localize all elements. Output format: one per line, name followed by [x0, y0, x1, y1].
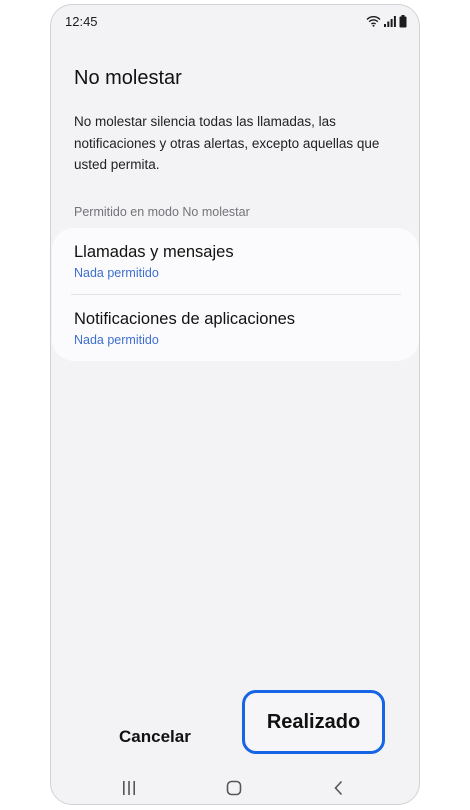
page-description: No molestar silencia todas las llamadas,… [74, 114, 380, 172]
setting-item-title: Notificaciones de aplicaciones [74, 310, 296, 328]
status-time: 12:45 [65, 14, 98, 29]
home-icon [226, 780, 242, 796]
signal-icon [384, 16, 396, 27]
status-bar: 12:45 [51, 5, 419, 39]
back-button[interactable] [319, 771, 359, 804]
setting-item-app-notifications[interactable]: Notificaciones de aplicaciones Nada perm… [74, 310, 394, 347]
setting-item-calls-messages[interactable]: Llamadas y mensajes Nada permitido [74, 243, 394, 280]
setting-item-subtitle: Nada permitido [74, 333, 159, 347]
navigation-bar [51, 771, 419, 804]
settings-card: Llamadas y mensajes Nada permitido Notif… [52, 228, 419, 361]
divider [71, 294, 401, 295]
wifi-icon [366, 16, 381, 27]
home-button[interactable] [214, 771, 254, 804]
phone-screen: 12:45 No molestar No molestar silencia t… [50, 4, 420, 805]
recent-apps-icon [123, 781, 135, 795]
section-label: Permitido en modo No molestar [74, 205, 250, 219]
status-icons [366, 14, 407, 28]
battery-icon [399, 14, 407, 27]
setting-item-title: Llamadas y mensajes [74, 243, 234, 261]
back-icon [334, 780, 343, 796]
setting-item-subtitle: Nada permitido [74, 266, 159, 280]
recent-apps-button[interactable] [109, 771, 149, 804]
cancel-button[interactable]: Cancelar [119, 727, 191, 747]
done-button[interactable]: Realizado [242, 690, 385, 754]
page-title: No molestar [74, 67, 182, 89]
